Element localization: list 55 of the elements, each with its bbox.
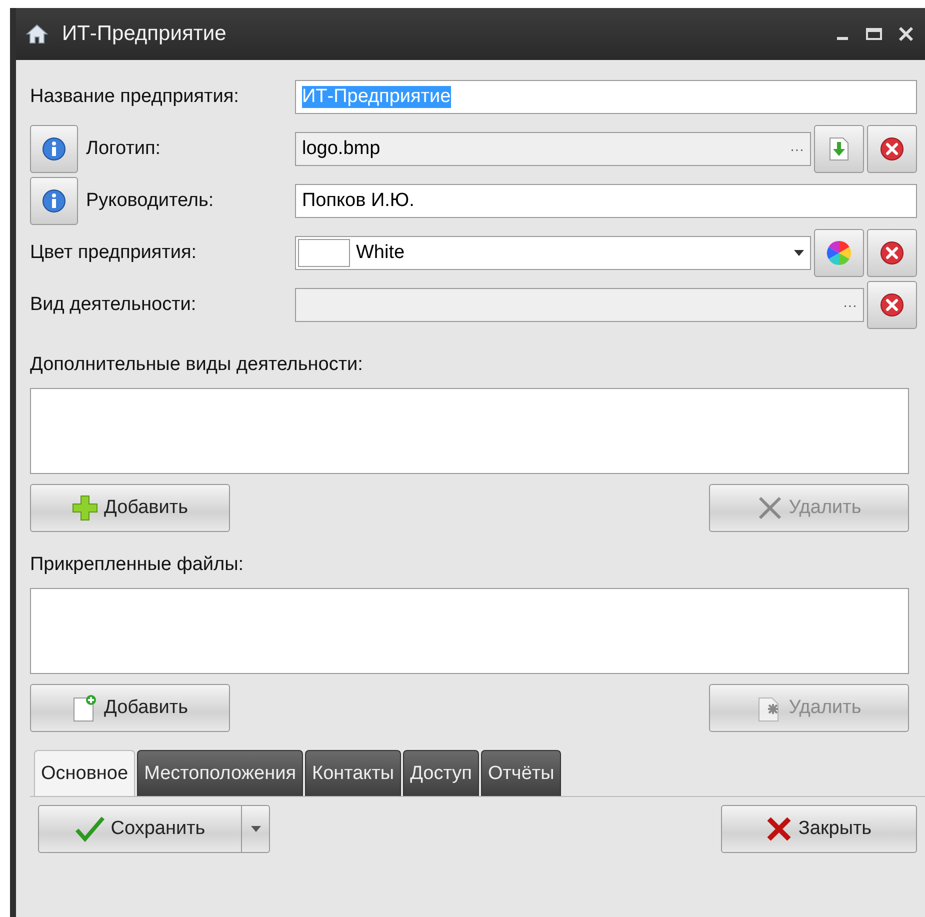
tab[interactable]: Отчёты <box>480 750 562 796</box>
tab[interactable]: Контакты <box>305 750 402 796</box>
field-value: White <box>356 242 405 264</box>
save-menu-button[interactable] <box>242 805 270 853</box>
input-field[interactable]: Попков И.Ю. <box>295 184 917 218</box>
field-label: Руководитель: <box>86 190 214 212</box>
ellipsis-button[interactable]: ··· <box>843 297 857 313</box>
plus-icon <box>72 495 98 521</box>
info-icon <box>41 188 67 214</box>
info-button[interactable] <box>30 125 78 173</box>
color-dropdown[interactable]: White <box>295 236 811 270</box>
cross-icon <box>756 495 783 521</box>
color-swatch <box>298 239 350 267</box>
input-field[interactable]: ··· <box>295 288 864 322</box>
info-icon <box>41 136 67 162</box>
caret-icon <box>250 826 260 832</box>
add-document-icon <box>72 694 98 722</box>
info-button[interactable] <box>30 177 78 225</box>
section-label: Прикрепленные файлы: <box>30 554 245 576</box>
clear-button[interactable] <box>867 229 917 277</box>
maximize-icon[interactable] <box>865 26 883 42</box>
clear-icon <box>879 240 905 266</box>
tab[interactable]: Основное <box>34 750 136 796</box>
ellipsis-button[interactable]: ··· <box>790 141 804 157</box>
clear-icon <box>879 136 905 162</box>
field-label: Название предприятия: <box>30 86 239 108</box>
download-icon <box>827 136 851 162</box>
close-button[interactable]: Закрыть <box>721 805 917 853</box>
field-value: logo.bmp <box>302 138 380 160</box>
dropdown-caret-icon <box>794 250 804 256</box>
load-button[interactable] <box>814 125 864 173</box>
save-button[interactable]: Сохранить <box>38 805 242 853</box>
color-wheel-icon <box>825 239 853 267</box>
field-label: Цвет предприятия: <box>30 242 197 264</box>
house-icon <box>26 24 48 44</box>
close-icon[interactable] <box>897 26 915 42</box>
cross-icon <box>766 817 792 841</box>
list-box[interactable] <box>30 388 909 474</box>
color-picker-button[interactable] <box>814 229 864 277</box>
field-value: Попков И.Ю. <box>302 190 414 212</box>
clear-button[interactable] <box>867 125 917 173</box>
section-label: Дополнительные виды деятельности: <box>30 354 364 376</box>
add-button[interactable]: Добавить <box>30 684 230 732</box>
field-label: Логотип: <box>86 138 161 160</box>
checkmark-icon <box>74 816 105 842</box>
clear-button[interactable] <box>867 281 917 329</box>
input-field[interactable]: logo.bmp ··· <box>295 132 811 166</box>
field-label: Вид деятельности: <box>30 294 196 316</box>
window-title: ИТ-Предприятие <box>62 22 226 46</box>
clear-icon <box>879 292 905 318</box>
field-value: ИТ-Предприятие <box>302 86 451 108</box>
tab[interactable]: Доступ <box>403 750 479 796</box>
list-box[interactable] <box>30 588 909 674</box>
tab[interactable]: Местоположения <box>137 750 303 796</box>
add-button[interactable]: Добавить <box>30 484 230 532</box>
